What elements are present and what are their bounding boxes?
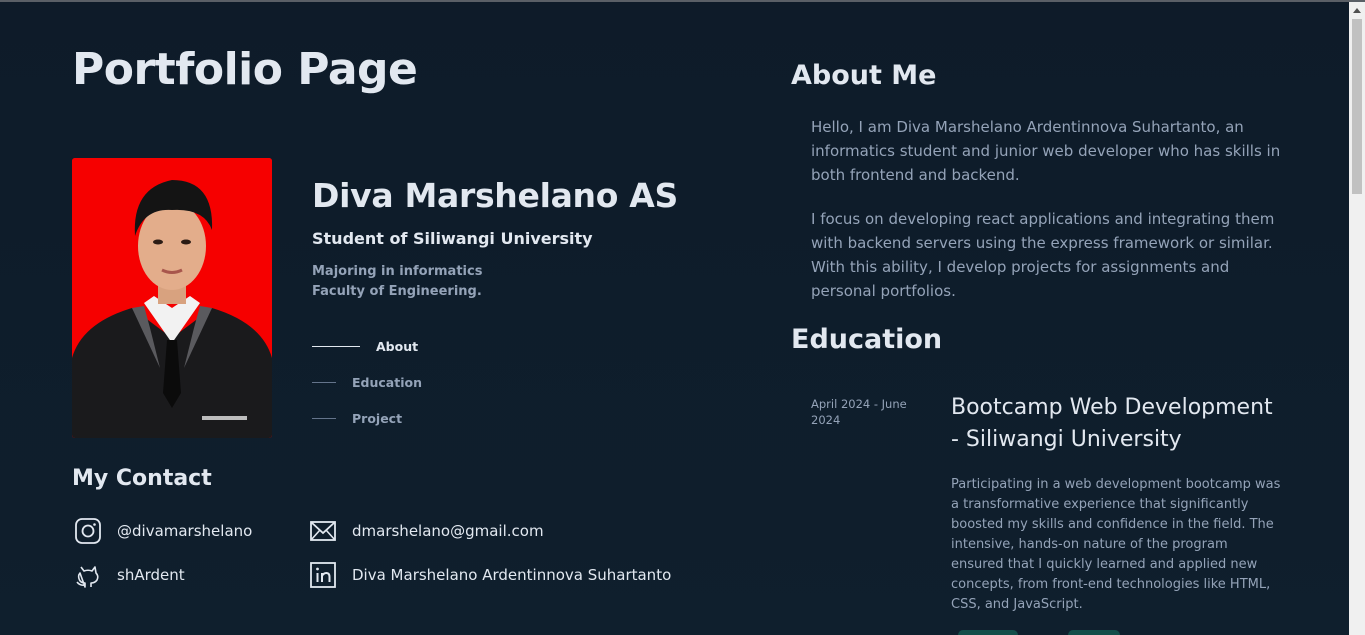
nav-indicator-line — [312, 417, 336, 419]
contact-heading: My Contact — [72, 466, 212, 491]
profile-description: Majoring in informatics Faculty of Engin… — [312, 262, 482, 302]
skill-tag — [958, 630, 1018, 635]
mail-icon — [310, 521, 336, 541]
scrollbar-thumb[interactable] — [1352, 19, 1362, 194]
profile-major: Majoring in informatics — [312, 264, 483, 279]
github-icon — [76, 566, 99, 588]
contact-linkedin-text: Diva Marshelano Ardentinnova Suhartanto — [352, 566, 672, 584]
nav-label-project: Project — [352, 410, 403, 426]
contact-github-text: shArdent — [117, 566, 185, 584]
profile-name: Diva Marshelano AS — [312, 176, 679, 215]
profile-faculty: Faculty of Engineering. — [312, 284, 482, 299]
contact-instagram-text: @divamarshelano — [117, 522, 253, 540]
instagram-icon — [75, 518, 101, 544]
nav-label-education: Education — [352, 374, 422, 390]
nav-item-education[interactable]: Education — [312, 364, 422, 400]
about-paragraph-1: Hello, I am Diva Marshelano Ardentinnova… — [811, 118, 1281, 184]
education-title[interactable]: Bootcamp Web Development - Siliwangi Uni… — [951, 392, 1281, 456]
linkedin-icon — [310, 562, 336, 588]
skill-tag — [1068, 630, 1120, 635]
scroll-up-arrow-icon[interactable] — [1349, 2, 1365, 18]
about-heading: About Me — [791, 60, 937, 91]
vertical-scrollbar[interactable] — [1349, 2, 1365, 635]
nav-item-project[interactable]: Project — [312, 400, 422, 436]
nav-indicator-line — [312, 381, 336, 383]
contact-email-text: dmarshelano@gmail.com — [352, 522, 544, 540]
education-heading: Education — [791, 324, 943, 355]
page-title: Portfolio Page — [72, 44, 418, 95]
profile-subtitle: Student of Siliwangi University — [312, 229, 593, 248]
nav-indicator-line — [312, 345, 360, 347]
contact-linkedin-link[interactable]: Diva Marshelano Ardentinnova Suhartanto — [308, 560, 671, 590]
education-date: April 2024 - June 2024 — [811, 397, 907, 427]
about-paragraph-2: I focus on developing react applications… — [811, 210, 1275, 300]
contact-github-link[interactable]: shArdent — [73, 560, 185, 590]
nav-label-about: About — [376, 338, 419, 354]
about-text: Hello, I am Diva Marshelano Ardentinnova… — [811, 115, 1281, 323]
profile-photo-image — [72, 158, 272, 438]
contact-instagram-link[interactable]: @divamarshelano — [73, 516, 252, 546]
nav-item-about[interactable]: About — [312, 328, 422, 364]
contact-email-link[interactable]: dmarshelano@gmail.com — [308, 516, 544, 546]
section-nav: About Education Project — [312, 328, 422, 436]
profile-photo — [72, 158, 272, 438]
education-description: Participating in a web development bootc… — [951, 477, 1281, 612]
